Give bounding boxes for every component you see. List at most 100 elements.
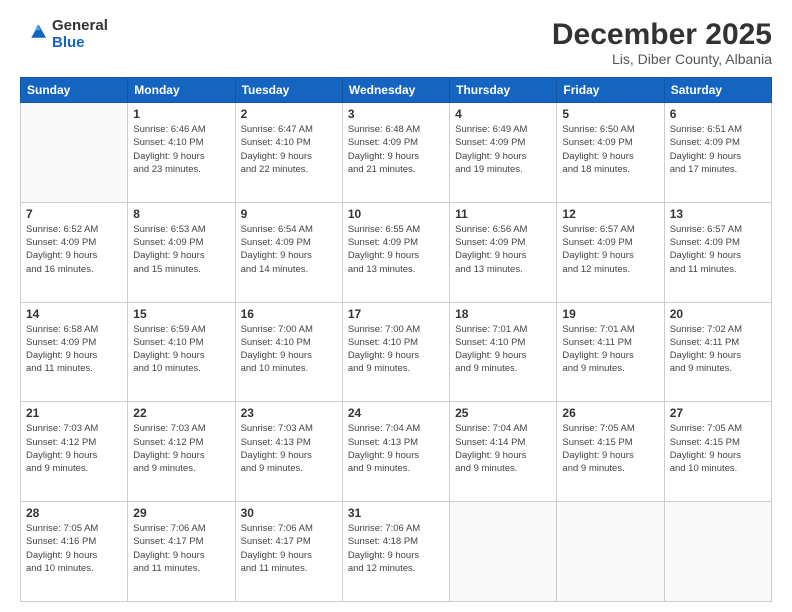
day-info: Sunrise: 6:55 AM Sunset: 4:09 PM Dayligh… xyxy=(348,223,444,276)
calendar-week-row: 1 Sunrise: 6:46 AM Sunset: 4:10 PM Daylig… xyxy=(21,103,772,203)
calendar-cell: 13 Sunrise: 6:57 AM Sunset: 4:09 PM Dayli… xyxy=(664,202,771,302)
calendar-cell: 20 Sunrise: 7:02 AM Sunset: 4:11 PM Dayli… xyxy=(664,302,771,402)
day-number: 30 xyxy=(241,506,337,520)
calendar-cell: 23 Sunrise: 7:03 AM Sunset: 4:13 PM Dayli… xyxy=(235,402,342,502)
day-info: Sunrise: 6:56 AM Sunset: 4:09 PM Dayligh… xyxy=(455,223,551,276)
calendar-cell: 26Sunrise: 7:05 AM Sunset: 4:15 PM Dayli… xyxy=(557,402,664,502)
calendar-cell: 24 Sunrise: 7:04 AM Sunset: 4:13 PM Dayli… xyxy=(342,402,449,502)
calendar-table: SundayMondayTuesdayWednesdayThursdayFrid… xyxy=(20,77,772,602)
calendar-cell: 4 Sunrise: 6:49 AM Sunset: 4:09 PM Daylig… xyxy=(450,103,557,203)
calendar-cell xyxy=(450,502,557,602)
day-info: Sunrise: 6:57 AM Sunset: 4:09 PM Dayligh… xyxy=(562,223,658,276)
calendar-cell: 8 Sunrise: 6:53 AM Sunset: 4:09 PM Daylig… xyxy=(128,202,235,302)
logo-general: General xyxy=(52,18,108,35)
calendar-cell: 16Sunrise: 7:00 AM Sunset: 4:10 PM Dayli… xyxy=(235,302,342,402)
calendar-cell: 19Sunrise: 7:01 AM Sunset: 4:11 PM Dayli… xyxy=(557,302,664,402)
day-info: Sunrise: 7:04 AM Sunset: 4:14 PM Dayligh… xyxy=(455,422,551,475)
day-number: 8 xyxy=(133,207,229,221)
day-info: Sunrise: 7:03 AM Sunset: 4:12 PM Dayligh… xyxy=(133,422,229,475)
calendar-header-tuesday: Tuesday xyxy=(235,78,342,103)
calendar-cell: 28 Sunrise: 7:05 AM Sunset: 4:16 PM Dayli… xyxy=(21,502,128,602)
calendar-header-friday: Friday xyxy=(557,78,664,103)
day-number: 9 xyxy=(241,207,337,221)
day-number: 15 xyxy=(133,307,229,321)
month-title: December 2025 xyxy=(552,18,772,51)
day-info: Sunrise: 6:54 AM Sunset: 4:09 PM Dayligh… xyxy=(241,223,337,276)
day-number: 22 xyxy=(133,406,229,420)
day-info: Sunrise: 7:06 AM Sunset: 4:17 PM Dayligh… xyxy=(133,522,229,575)
calendar-week-row: 28 Sunrise: 7:05 AM Sunset: 4:16 PM Dayli… xyxy=(21,502,772,602)
calendar-cell: 22 Sunrise: 7:03 AM Sunset: 4:12 PM Dayli… xyxy=(128,402,235,502)
calendar-week-row: 21 Sunrise: 7:03 AM Sunset: 4:12 PM Dayli… xyxy=(21,402,772,502)
calendar-cell: 1 Sunrise: 6:46 AM Sunset: 4:10 PM Daylig… xyxy=(128,103,235,203)
calendar-cell: 27 Sunrise: 7:05 AM Sunset: 4:15 PM Dayli… xyxy=(664,402,771,502)
day-number: 23 xyxy=(241,406,337,420)
day-info: Sunrise: 6:52 AM Sunset: 4:09 PM Dayligh… xyxy=(26,223,122,276)
calendar-cell: 29Sunrise: 7:06 AM Sunset: 4:17 PM Dayli… xyxy=(128,502,235,602)
calendar-cell: 6Sunrise: 6:51 AM Sunset: 4:09 PM Daylig… xyxy=(664,103,771,203)
calendar-cell: 7 Sunrise: 6:52 AM Sunset: 4:09 PM Daylig… xyxy=(21,202,128,302)
calendar-cell: 18Sunrise: 7:01 AM Sunset: 4:10 PM Dayli… xyxy=(450,302,557,402)
day-info: Sunrise: 7:05 AM Sunset: 4:16 PM Dayligh… xyxy=(26,522,122,575)
day-info: Sunrise: 7:03 AM Sunset: 4:13 PM Dayligh… xyxy=(241,422,337,475)
title-block: December 2025 Lis, Diber County, Albania xyxy=(552,18,772,67)
day-number: 25 xyxy=(455,406,551,420)
calendar-header-wednesday: Wednesday xyxy=(342,78,449,103)
day-info: Sunrise: 7:00 AM Sunset: 4:10 PM Dayligh… xyxy=(241,323,337,376)
calendar-cell: 30Sunrise: 7:06 AM Sunset: 4:17 PM Dayli… xyxy=(235,502,342,602)
day-info: Sunrise: 7:00 AM Sunset: 4:10 PM Dayligh… xyxy=(348,323,444,376)
day-number: 2 xyxy=(241,107,337,121)
logo-text: General Blue xyxy=(52,18,108,51)
day-info: Sunrise: 6:48 AM Sunset: 4:09 PM Dayligh… xyxy=(348,123,444,176)
day-number: 11 xyxy=(455,207,551,221)
day-number: 27 xyxy=(670,406,766,420)
day-number: 13 xyxy=(670,207,766,221)
day-number: 31 xyxy=(348,506,444,520)
header: General Blue December 2025 Lis, Diber Co… xyxy=(20,18,772,67)
day-number: 19 xyxy=(562,307,658,321)
day-info: Sunrise: 6:46 AM Sunset: 4:10 PM Dayligh… xyxy=(133,123,229,176)
day-info: Sunrise: 7:06 AM Sunset: 4:18 PM Dayligh… xyxy=(348,522,444,575)
day-info: Sunrise: 6:49 AM Sunset: 4:09 PM Dayligh… xyxy=(455,123,551,176)
day-number: 24 xyxy=(348,406,444,420)
calendar-cell: 15 Sunrise: 6:59 AM Sunset: 4:10 PM Dayli… xyxy=(128,302,235,402)
calendar-cell: 31 Sunrise: 7:06 AM Sunset: 4:18 PM Dayli… xyxy=(342,502,449,602)
logo-icon xyxy=(20,21,48,49)
logo-blue: Blue xyxy=(52,35,108,52)
day-number: 10 xyxy=(348,207,444,221)
day-info: Sunrise: 7:01 AM Sunset: 4:10 PM Dayligh… xyxy=(455,323,551,376)
day-number: 4 xyxy=(455,107,551,121)
calendar-cell: 11 Sunrise: 6:56 AM Sunset: 4:09 PM Dayli… xyxy=(450,202,557,302)
calendar-cell: 12 Sunrise: 6:57 AM Sunset: 4:09 PM Dayli… xyxy=(557,202,664,302)
day-info: Sunrise: 6:47 AM Sunset: 4:10 PM Dayligh… xyxy=(241,123,337,176)
day-info: Sunrise: 6:59 AM Sunset: 4:10 PM Dayligh… xyxy=(133,323,229,376)
day-info: Sunrise: 6:53 AM Sunset: 4:09 PM Dayligh… xyxy=(133,223,229,276)
day-info: Sunrise: 7:05 AM Sunset: 4:15 PM Dayligh… xyxy=(670,422,766,475)
calendar-header-thursday: Thursday xyxy=(450,78,557,103)
calendar-header-row: SundayMondayTuesdayWednesdayThursdayFrid… xyxy=(21,78,772,103)
calendar-cell xyxy=(664,502,771,602)
day-number: 12 xyxy=(562,207,658,221)
day-number: 20 xyxy=(670,307,766,321)
calendar-cell: 17 Sunrise: 7:00 AM Sunset: 4:10 PM Dayli… xyxy=(342,302,449,402)
calendar-cell: 3 Sunrise: 6:48 AM Sunset: 4:09 PM Daylig… xyxy=(342,103,449,203)
day-number: 14 xyxy=(26,307,122,321)
day-number: 5 xyxy=(562,107,658,121)
calendar-cell: 14 Sunrise: 6:58 AM Sunset: 4:09 PM Dayli… xyxy=(21,302,128,402)
day-info: Sunrise: 6:57 AM Sunset: 4:09 PM Dayligh… xyxy=(670,223,766,276)
day-number: 7 xyxy=(26,207,122,221)
day-info: Sunrise: 7:04 AM Sunset: 4:13 PM Dayligh… xyxy=(348,422,444,475)
day-info: Sunrise: 6:51 AM Sunset: 4:09 PM Dayligh… xyxy=(670,123,766,176)
calendar-cell: 10 Sunrise: 6:55 AM Sunset: 4:09 PM Dayli… xyxy=(342,202,449,302)
day-info: Sunrise: 7:05 AM Sunset: 4:15 PM Dayligh… xyxy=(562,422,658,475)
day-number: 1 xyxy=(133,107,229,121)
calendar-header-monday: Monday xyxy=(128,78,235,103)
day-info: Sunrise: 6:58 AM Sunset: 4:09 PM Dayligh… xyxy=(26,323,122,376)
day-number: 21 xyxy=(26,406,122,420)
day-number: 28 xyxy=(26,506,122,520)
day-info: Sunrise: 7:02 AM Sunset: 4:11 PM Dayligh… xyxy=(670,323,766,376)
day-info: Sunrise: 6:50 AM Sunset: 4:09 PM Dayligh… xyxy=(562,123,658,176)
day-number: 17 xyxy=(348,307,444,321)
calendar-cell xyxy=(557,502,664,602)
day-number: 3 xyxy=(348,107,444,121)
